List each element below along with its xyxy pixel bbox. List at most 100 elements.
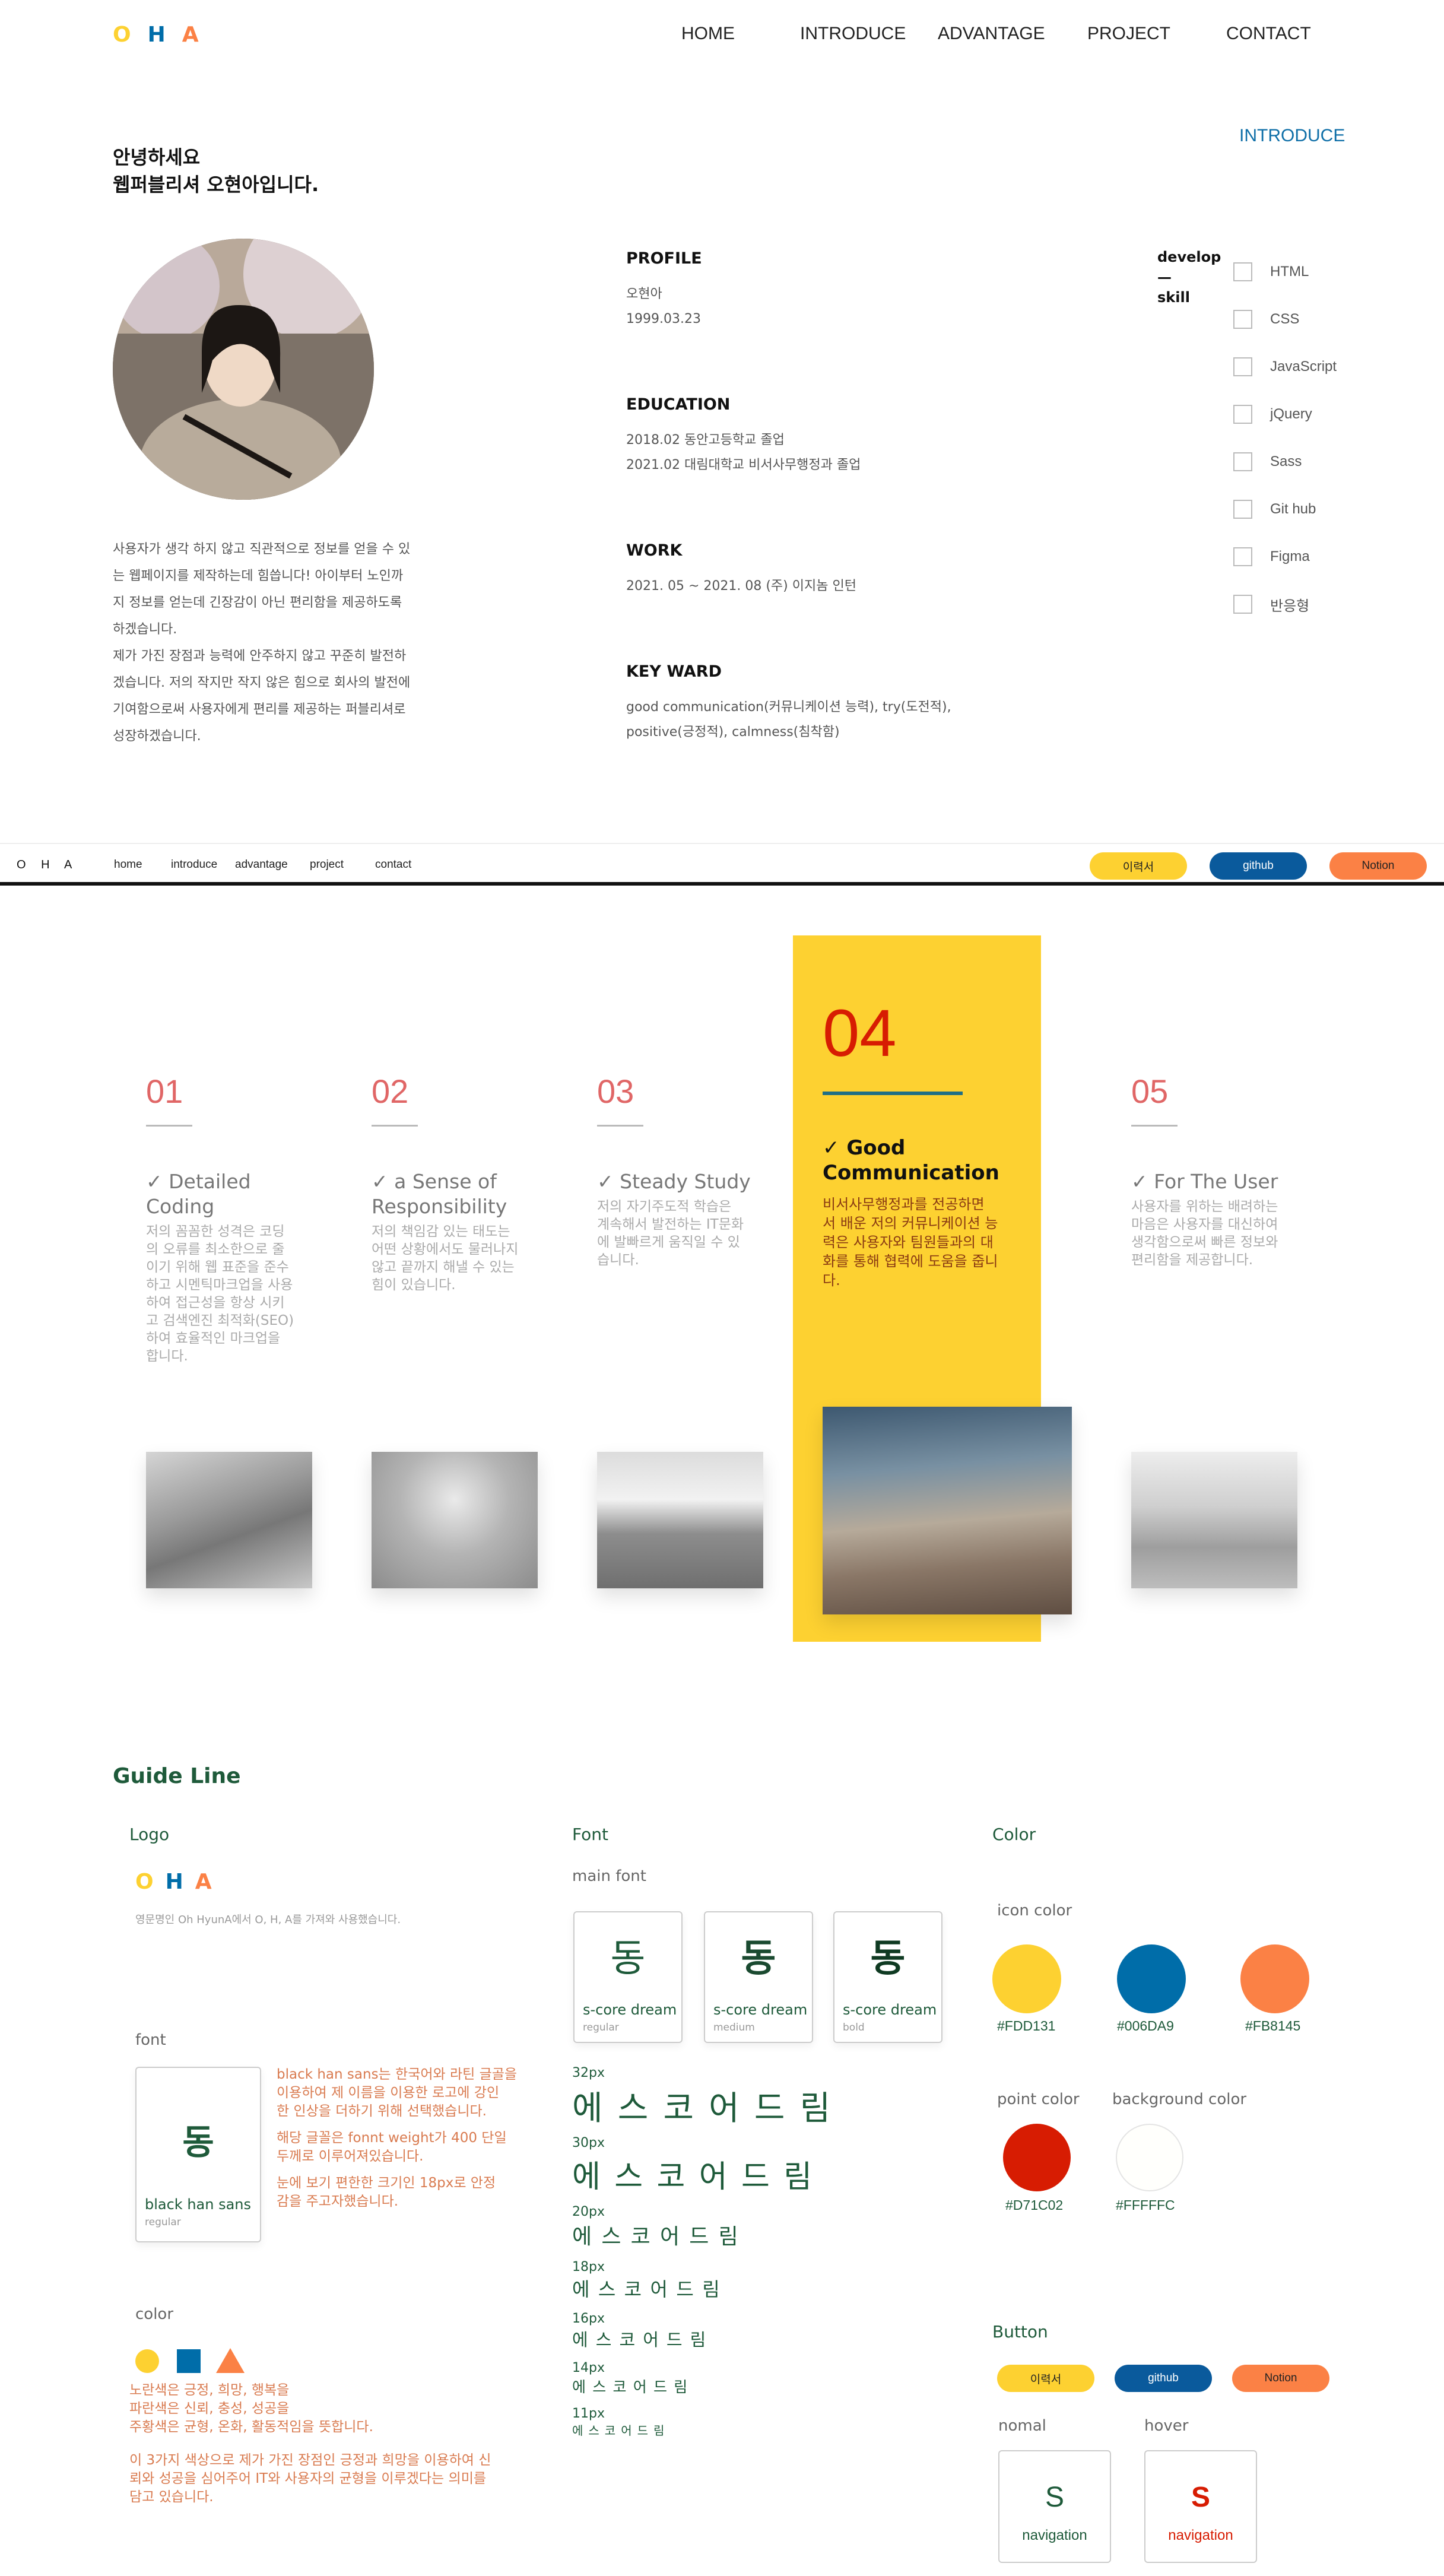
intro-bio: 사용자가 생각 하지 않고 직관적으로 정보를 얻을 수 있 는 웹페이지를 제… — [113, 536, 451, 750]
swatch-red — [1003, 2124, 1071, 2191]
bio-line: 겠습니다. 저의 작지만 작지 않은 힘으로 회사의 발전에 — [113, 675, 411, 690]
card-body-line: 고 검색엔진 최적화(SEO) — [146, 1313, 294, 1328]
notion-button[interactable]: Notion — [1329, 852, 1427, 880]
skill-item[interactable]: Sass — [1233, 438, 1337, 486]
card-body: 사용자를 위하는 배려하는 마음은 사용자를 대신하여 생각함으로써 빠른 정보… — [1131, 1198, 1297, 1269]
logo-letter-h: H — [147, 23, 167, 47]
skill-item[interactable]: 반응형 — [1233, 580, 1337, 628]
swatch-orange — [1240, 1944, 1309, 2013]
keyword-body: good communication(커뮤니케이션 능력), try(도전적),… — [626, 695, 951, 745]
card-body-line: 비서사무행정과를 전공하면 — [823, 1196, 985, 1213]
nav-introduce[interactable]: INTRODUCE — [800, 24, 906, 44]
education-line: 2021.02 대림대학교 비서사무행정과 졸업 — [626, 458, 861, 472]
nav-card-hover[interactable]: S navigation — [1144, 2450, 1257, 2563]
skill-item[interactable]: Figma — [1233, 533, 1337, 580]
size-label: 14px — [572, 2361, 605, 2375]
sample-resume-button[interactable]: 이력서 — [997, 2365, 1094, 2392]
sticky-link-advantage[interactable]: advantage — [235, 858, 288, 871]
guide-font-heading: Font — [572, 1825, 608, 1844]
size-label: 30px — [572, 2136, 605, 2150]
skill-checkbox[interactable] — [1233, 262, 1252, 281]
summary-line: 담고 있습니다. — [129, 2489, 214, 2505]
sticky-logo[interactable]: O H A — [17, 858, 78, 872]
logo-letter-o: O — [135, 1870, 155, 1894]
card-image-city — [597, 1452, 763, 1588]
card-body-line: 편리함을 제공합니다. — [1131, 1252, 1253, 1268]
skill-checkbox[interactable] — [1233, 310, 1252, 329]
skill-checkbox[interactable] — [1233, 595, 1252, 614]
skill-checkbox[interactable] — [1233, 452, 1252, 471]
education-body: 2018.02 동안고등학교 졸업 2021.02 대림대학교 비서사무행정과 … — [626, 428, 861, 478]
strength-card-3: 03 ✓ Steady Study 저의 자기주도적 학습은 계속해서 발전하는… — [597, 1072, 763, 1269]
logo-color-shapes — [135, 2348, 254, 2374]
profile-title: PROFILE — [626, 249, 702, 268]
summary-line: 뢰와 성공을 심어주어 IT와 사용자의 균형을 이루겠다는 의미를 — [129, 2471, 487, 2486]
card-number: 05 — [1131, 1073, 1169, 1110]
skill-item[interactable]: Git hub — [1233, 486, 1337, 533]
skill-item[interactable]: JavaScript — [1233, 343, 1337, 391]
size-sample-20: 에스코어드림 — [572, 2225, 748, 2249]
normal-state-label: nomal — [998, 2417, 1046, 2435]
nav-home[interactable]: HOME — [681, 24, 735, 44]
sticky-link-project[interactable]: project — [310, 858, 344, 871]
skill-checkbox[interactable] — [1233, 500, 1252, 519]
github-button[interactable]: github — [1210, 852, 1307, 880]
site-logo[interactable]: O H A — [113, 23, 200, 47]
skill-item[interactable]: jQuery — [1233, 391, 1337, 438]
strength-card-5: 05 ✓ For The User 사용자를 위하는 배려하는 마음은 사용자를… — [1131, 1072, 1297, 1269]
skill-item[interactable]: CSS — [1233, 296, 1337, 343]
card-body: 비서사무행정과를 전공하면 서 배운 저의 커뮤니케이션 능 력은 사용자와 팀… — [823, 1195, 1024, 1290]
font-card-name: black han sans — [145, 2196, 252, 2213]
skills-heading-bottom: skill — [1157, 289, 1190, 306]
logo-color-summary: 이 3가지 색상으로 제가 가진 장점인 긍정과 희망을 이용하여 신 뢰와 성… — [129, 2451, 491, 2507]
skill-checkbox[interactable] — [1233, 405, 1252, 424]
bio-line: 하겠습니다. — [113, 622, 177, 637]
card-title-line: ✓ a Sense of — [372, 1170, 497, 1193]
guide-logo-caption: 영문명인 Oh HyunA에서 O, H, A를 가져와 사용했습니다. — [135, 1914, 401, 1926]
skill-checkbox[interactable] — [1233, 357, 1252, 376]
strength-card-1: 01 ✓ Detailed Coding 저의 꼼꼼한 성격은 코딩 의 오류를… — [146, 1072, 312, 1365]
nav-card-text: navigation — [1022, 2527, 1087, 2543]
resume-button[interactable]: 이력서 — [1090, 852, 1187, 880]
card-body-line: 서 배운 저의 커뮤니케이션 능 — [823, 1215, 998, 1232]
font-card-regular: 동 s-core dream regular — [573, 1911, 683, 2043]
guide-logo-font-heading: font — [135, 2031, 166, 2049]
card-number: 04 — [823, 996, 897, 1070]
nav-card-normal[interactable]: S navigation — [998, 2450, 1111, 2563]
size-sample-16: 에스코어드림 — [572, 2330, 714, 2350]
profile-birth: 1999.03.23 — [626, 312, 701, 326]
skill-label: Figma — [1270, 548, 1310, 564]
profile-name: 오현아 — [626, 287, 662, 302]
card-divider — [823, 1092, 963, 1095]
card-title: ✓ Steady Study — [597, 1169, 763, 1194]
sticky-link-contact[interactable]: contact — [375, 858, 411, 871]
card-body-line: 계속해서 발전하는 IT문화 — [597, 1217, 744, 1232]
meaning-line: 주황색은 균형, 온화, 활동적임을 뜻합니다. — [129, 2419, 373, 2435]
sticky-link-introduce[interactable]: introduce — [171, 858, 217, 871]
font-card-glyph: 동 — [741, 1937, 776, 1981]
nav-contact[interactable]: CONTACT — [1226, 24, 1311, 44]
skill-item[interactable]: HTML — [1233, 248, 1337, 296]
hex-yellow: #FDD131 — [997, 2018, 1056, 2033]
card-body-line: 힘이 있습니다. — [372, 1277, 456, 1293]
sticky-link-home[interactable]: home — [114, 858, 142, 871]
sample-github-button[interactable]: github — [1115, 2365, 1212, 2392]
font-card-weight: regular — [583, 2022, 619, 2033]
nav-advantage[interactable]: ADVANTAGE — [938, 24, 1045, 44]
card-body-line: 저의 책임감 있는 태도는 — [372, 1224, 510, 1239]
sample-notion-button[interactable]: Notion — [1232, 2365, 1329, 2392]
card-body-line: 하여 효율적인 마크업을 — [146, 1331, 281, 1346]
card-image-sea — [823, 1407, 1072, 1614]
strength-card-2: 02 ✓ a Sense of Responsibility 저의 책임감 있는… — [372, 1072, 538, 1294]
card-body: 저의 책임감 있는 태도는 어떤 상황에서도 물러나지 않고 끝까지 해낼 수 … — [372, 1223, 538, 1294]
size-sample-18: 에스코어드림 — [572, 2278, 729, 2301]
keyword-section: KEY WARD good communication(커뮤니케이션 능력), … — [626, 662, 951, 745]
swatch-background — [1116, 2124, 1183, 2191]
skill-checkbox[interactable] — [1233, 547, 1252, 566]
main-font-label: main font — [572, 1867, 646, 1885]
guide-logo-heading: Logo — [129, 1825, 170, 1844]
nav-project[interactable]: PROJECT — [1087, 24, 1170, 44]
skill-label: CSS — [1270, 311, 1300, 327]
card-body-line: 력은 사용자와 팀원들과의 대 — [823, 1234, 994, 1251]
logo-letter-h: H — [165, 1870, 185, 1894]
